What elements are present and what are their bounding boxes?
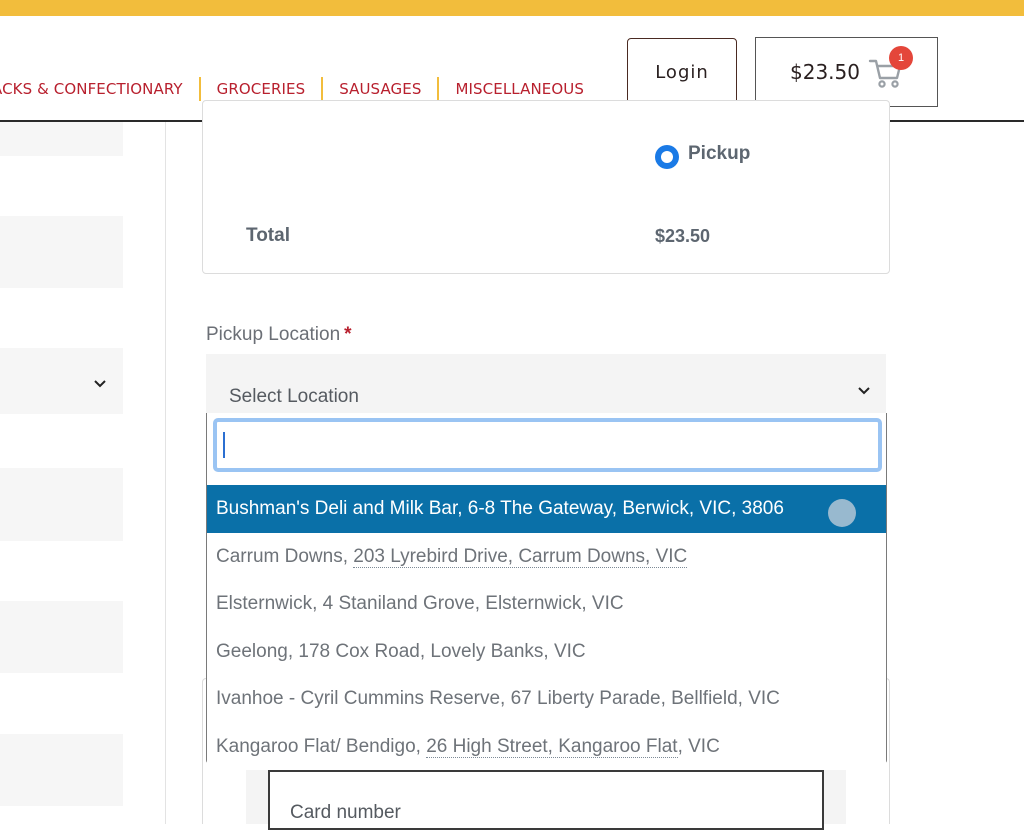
left-column [0, 122, 166, 824]
pickup-location-label: Pickup Location * [206, 324, 352, 346]
detected-address-link[interactable]: 203 Lyrebird Drive, Carrum Downs, VIC [353, 545, 688, 568]
left-field[interactable] [0, 468, 123, 541]
cart-total: $23.50 [790, 60, 860, 84]
nav-item-groceries[interactable]: GROCERIES [217, 80, 306, 98]
nav-item-sausages[interactable]: SAUSAGES [339, 80, 421, 98]
nav-item-miscellaneous[interactable]: MISCELLANEOUS [455, 80, 583, 98]
detected-address-link[interactable]: 26 High Street, Kangaroo Flat [426, 735, 678, 758]
radio-dot [661, 151, 673, 163]
required-marker: * [344, 324, 352, 345]
location-option[interactable]: Elsternwick, 4 Staniland Grove, Elsternw… [207, 580, 886, 628]
location-option[interactable]: Geelong, 178 Cox Road, Lovely Banks, VIC [207, 628, 886, 676]
location-option-text: Bushman's Deli and Milk Bar, 6-8 The Gat… [216, 498, 784, 519]
total-value: $23.50 [655, 226, 711, 246]
location-option[interactable]: Bushman's Deli and Milk Bar, 6-8 The Gat… [207, 485, 886, 533]
location-dropdown: Bushman's Deli and Milk Bar, 6-8 The Gat… [206, 413, 887, 770]
card-number-placeholder: Card number [290, 802, 401, 823]
option-prefix: Kangaroo Flat/ Bendigo, [216, 735, 427, 757]
left-field[interactable] [0, 601, 123, 673]
pickup-option-label[interactable]: Pickup [688, 143, 750, 165]
pickup-location-select[interactable]: Select Location [206, 354, 886, 416]
cart-count-badge: 1 [889, 46, 913, 70]
chevron-down-icon [94, 380, 106, 388]
nav-separator [321, 77, 324, 101]
location-option-text: Geelong, 178 Cox Road, Lovely Banks, VIC [216, 640, 586, 662]
location-option-text: Elsternwick, 4 Staniland Grove, Elsternw… [216, 593, 624, 614]
chevron-down-icon [858, 387, 870, 395]
location-option[interactable]: Carrum Downs, 203 Lyrebird Drive, Carrum… [207, 533, 886, 581]
nav-separator [437, 77, 440, 101]
location-option[interactable]: Ivanhoe - Cyril Cummins Reserve, 67 Libe… [207, 675, 886, 723]
location-options-list: Bushman's Deli and Milk Bar, 6-8 The Gat… [207, 485, 886, 770]
total-label: Total [246, 225, 290, 246]
pickup-location-label-text: Pickup Location [206, 324, 341, 345]
order-summary-card [202, 100, 890, 274]
left-field[interactable] [0, 216, 123, 288]
left-field[interactable] [0, 122, 123, 156]
select-placeholder: Select Location [229, 386, 359, 407]
touch-indicator [828, 499, 856, 527]
location-option-text: Ivanhoe - Cyril Cummins Reserve, 67 Libe… [216, 688, 780, 709]
nav-item-snacks-confectionary[interactable]: ACKS & CONFECTIONARY [0, 80, 183, 98]
option-prefix: Carrum Downs, [216, 545, 354, 567]
text-caret [223, 432, 225, 458]
nav-separator [198, 77, 201, 101]
location-option[interactable]: Kangaroo Flat/ Bendigo, 26 High Street, … [207, 723, 886, 771]
cart-button[interactable]: $23.50 1 [755, 37, 938, 107]
top-accent-bar [0, 0, 1024, 16]
location-search-input[interactable] [213, 418, 882, 472]
option-suffix: , VIC [677, 735, 720, 757]
left-field[interactable] [0, 734, 123, 806]
login-button[interactable]: Login [627, 38, 737, 106]
pickup-radio[interactable] [655, 145, 679, 169]
